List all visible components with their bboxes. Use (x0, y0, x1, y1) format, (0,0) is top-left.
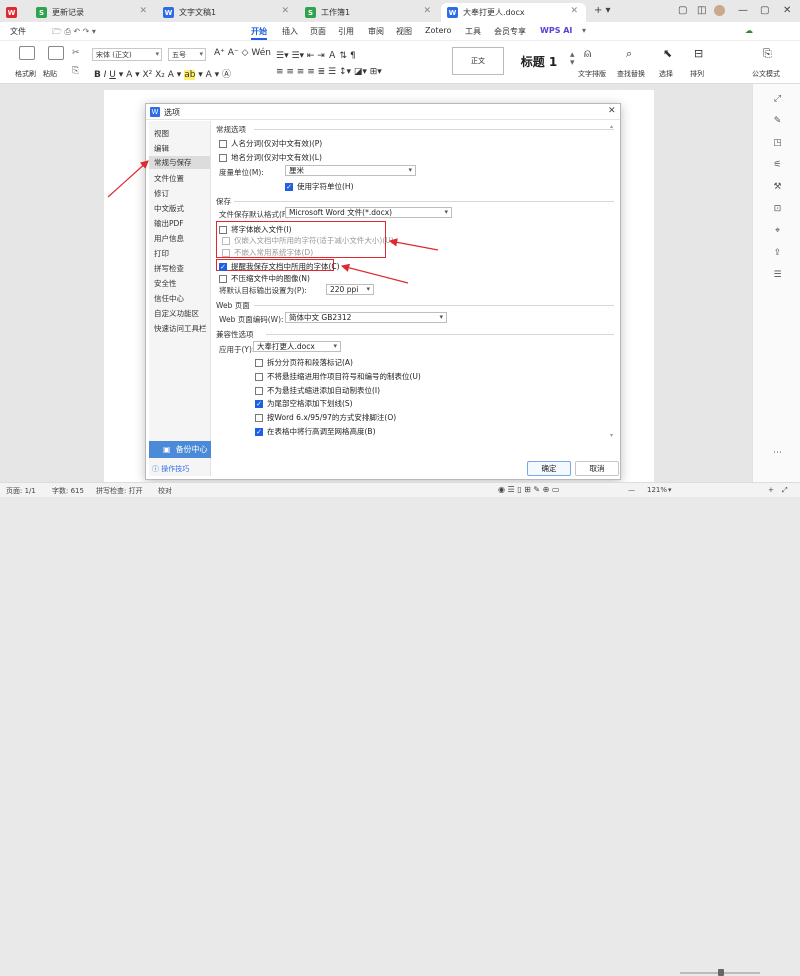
arrow-to-remind-fonts (340, 263, 409, 284)
zoom-out-icon[interactable]: — (628, 486, 635, 494)
zoom-level[interactable]: 121% (647, 486, 667, 494)
arrow-to-embed-fonts (388, 238, 439, 251)
fit-icon[interactable]: ⤢ (782, 486, 788, 495)
annotation-arrows (107, 160, 439, 284)
status-spellcheck[interactable]: 拼写检查: 打开 (96, 486, 143, 496)
status-words[interactable]: 字数: 615 (52, 486, 84, 496)
zoom-in-icon[interactable]: + (768, 486, 774, 494)
status-page[interactable]: 页面: 1/1 (6, 486, 36, 496)
status-proof[interactable]: 校对 (158, 486, 172, 496)
zoom-slider-handle[interactable] (718, 969, 724, 976)
status-bar: 页面: 1/1 字数: 615 拼写检查: 打开 校对 ◉ ☰ ▯ ⊞ ✎ ⊕ … (0, 482, 800, 976)
view-mode-icons[interactable]: ◉ ☰ ▯ ⊞ ✎ ⊕ ▭ (498, 485, 559, 494)
arrow-to-general-save (107, 160, 149, 198)
chevron-down-icon[interactable]: ▾ (668, 486, 672, 494)
